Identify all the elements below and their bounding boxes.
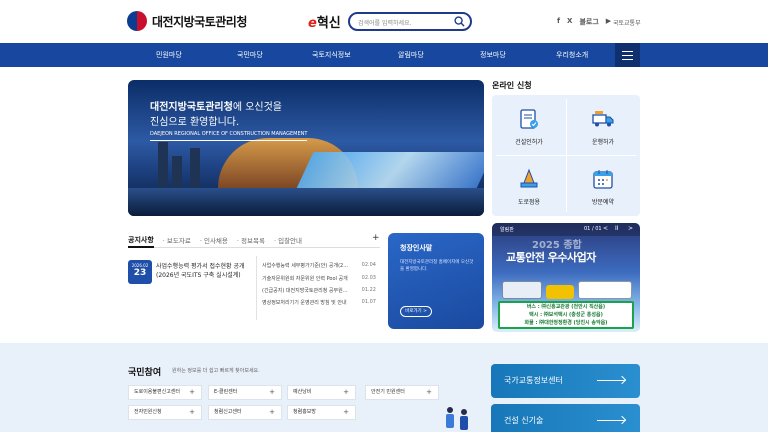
participation-subtitle: 원하는 정보를 더 쉽고 빠르게 찾아보세요. (172, 368, 260, 374)
youtube-icon[interactable]: ▶ (606, 17, 611, 27)
search-icon[interactable] (454, 16, 465, 27)
participation-button[interactable]: 도로이용불편신고센터 + (128, 385, 202, 400)
online-item-road-use[interactable]: 도로점용 (492, 155, 566, 215)
nav-item-notice[interactable]: 알림마당 (398, 50, 424, 60)
tab-info-list[interactable]: · 정보목록 (237, 235, 265, 245)
greeting-title: 청장인사말 (400, 244, 433, 252)
new-tech-button[interactable]: 건설 신기술 (491, 404, 640, 432)
online-item-visit[interactable]: 방문예약 (566, 155, 640, 215)
nav-item-info[interactable]: 정보마당 (480, 50, 506, 60)
facebook-icon[interactable]: f (557, 17, 560, 27)
alert-winners-list: 버스 : ㈜신흥교관광 (천안시 직산읍) 택시 : ㈜보석택시 (충성군 홍성… (498, 301, 634, 329)
online-item-operation[interactable]: 운행허가 (566, 95, 640, 155)
pause-icon[interactable]: II (615, 225, 619, 232)
ministry-link[interactable]: 국토교통부 (613, 18, 641, 27)
river-shape (128, 188, 484, 216)
reform-logo[interactable]: e혁신 (308, 12, 341, 31)
participation-button[interactable]: 예산낭비 + (287, 385, 356, 400)
feature-date-badge: 2026.02 23 (128, 260, 152, 284)
alert-banner[interactable]: 알림판 01 / 01 < II > 2025 종합 교통안전 우수사업자 버스… (492, 223, 640, 332)
document-check-icon (520, 109, 538, 129)
hero-title: 대전지방국토관리청에 오신것을 (150, 102, 282, 113)
tab-bid[interactable]: · 입찰안내 (274, 235, 302, 245)
logo-text: 대전지방국토관리청 (152, 14, 247, 29)
participation-button[interactable]: 전자민원신청 + (128, 405, 202, 420)
notice-tabs: 공지사항 · 보도자료 · 인사채용 · 정보목록 · 입찰안내 (128, 235, 302, 245)
alert-page-counter: 01 / 01 (584, 226, 602, 232)
nav-item-knowledge[interactable]: 국토지식정보 (312, 50, 351, 60)
nav-item-civil[interactable]: 민원마당 (156, 50, 182, 60)
feature-notice-link[interactable]: 사업수행능력 평가서 접수현황 공개(2026년 국도ITS 구축 실시설계) (156, 262, 248, 280)
truck-image (578, 281, 632, 299)
arrow-right-icon (597, 380, 625, 381)
truck-icon (592, 111, 614, 127)
building-shape (172, 156, 182, 192)
tab-notice[interactable]: 공지사항 (128, 235, 154, 245)
traffic-info-center-button[interactable]: 국가교통정보센터 (491, 364, 640, 398)
participation-button[interactable]: 청렴홍보방 + (287, 405, 356, 420)
bus-image (502, 281, 542, 299)
arrow-right-icon (597, 420, 625, 421)
participation-button[interactable]: 안전기 민원센터 + (365, 385, 439, 400)
x-twitter-icon[interactable]: X (567, 17, 572, 27)
nav-item-citizen[interactable]: 국민마당 (237, 50, 263, 60)
next-icon[interactable]: > (628, 225, 633, 232)
divider (128, 247, 380, 248)
participation-button[interactable]: 청렴신고센터 + (208, 405, 282, 420)
header: 대전지방국토관리청 e혁신 검색어를 입력하세요. f X 블로그 ▶ 국토교통… (0, 0, 768, 43)
list-item[interactable]: (긴급공지) 대전지방국토관리청 공무원... 01.22 (262, 287, 376, 294)
participation-title: 국민참여 (128, 368, 162, 378)
greeting-desc: 대전지방국토관리청 홈페이지에 오신것을 환영합니다. (400, 260, 474, 272)
nav-item-about[interactable]: 우리청소개 (556, 50, 588, 60)
calendar-icon (593, 170, 613, 189)
tab-recruit[interactable]: · 인사채용 (200, 235, 228, 245)
divider (256, 256, 257, 320)
building-shape (190, 148, 200, 192)
search-box[interactable]: 검색어를 입력하세요. (348, 12, 472, 31)
greeting-card[interactable]: 청장인사말 대전지방국토관리청 홈페이지에 오신것을 환영합니다. 바로가기 > (388, 233, 484, 329)
go-button[interactable]: 바로가기 > (400, 306, 432, 317)
prev-icon[interactable]: < (603, 225, 608, 232)
alert-title: 교통안전 우수사업자 (506, 251, 596, 264)
blog-icon[interactable]: 블로그 (579, 17, 598, 27)
government-emblem-icon (127, 11, 147, 31)
more-plus-icon[interactable]: + (372, 233, 380, 243)
hero-title-line2: 진심으로 환영합니다. (150, 117, 240, 128)
list-item[interactable]: 영상정보처리기기 운영관리 방침 및 안내 01.07 (262, 299, 376, 306)
menu-hamburger-icon[interactable] (615, 43, 640, 67)
building-shape (158, 142, 168, 192)
online-apply-title: 온라인 신청 (492, 81, 532, 90)
alert-label: 알림판 (500, 227, 514, 233)
search-input[interactable]: 검색어를 입력하세요. (358, 18, 412, 27)
hero-banner[interactable]: 대전지방국토관리청에 오신것을 진심으로 환영합니다. DAEJEON REGI… (128, 80, 484, 216)
participation-button[interactable]: E-클린센터 + (208, 385, 282, 400)
people-illustration-icon (446, 407, 468, 430)
site-logo[interactable]: 대전지방국토관리청 (127, 11, 247, 31)
active-tab-indicator (128, 246, 154, 248)
hero-subtitle: DAEJEON REGIONAL OFFICE OF CONSTRUCTION … (150, 131, 308, 141)
divider (496, 155, 636, 156)
main-nav: 민원마당 국민마당 국토지식정보 알림마당 정보마당 우리청소개 (0, 43, 768, 67)
taxi-image (546, 285, 574, 299)
tab-press[interactable]: · 보도자료 (163, 235, 191, 245)
list-item[interactable]: 사업수행능력 세부평가기준(안) 공개(2... 02.04 (262, 262, 376, 269)
online-item-construction[interactable]: 건설인허가 (492, 95, 566, 155)
road-cone-icon (520, 168, 538, 188)
list-item[interactable]: 기술자문위원회 자문위원 인력 Pool 공개 02.03 (262, 275, 376, 282)
sns-links: f X 블로그 ▶ (557, 17, 611, 27)
